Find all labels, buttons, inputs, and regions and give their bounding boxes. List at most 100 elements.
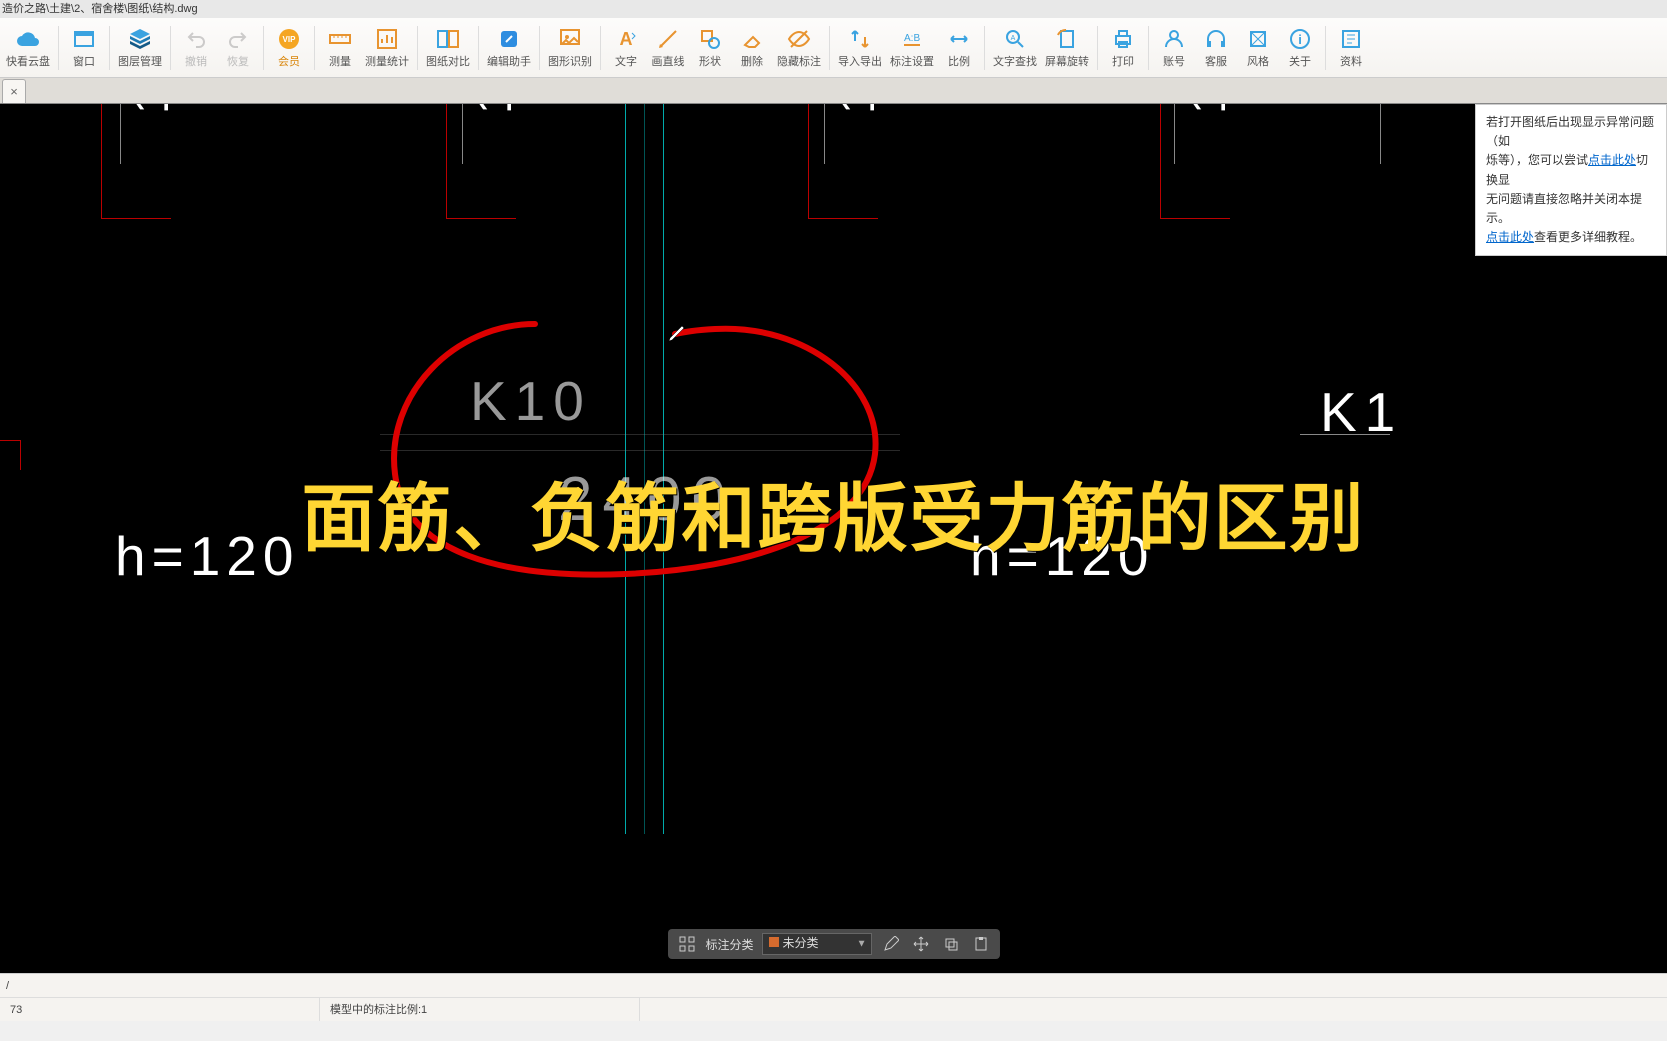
svg-text:i: i <box>1298 32 1302 47</box>
svg-text:A:B: A:B <box>904 33 920 44</box>
window-icon <box>72 27 96 51</box>
white-line <box>1380 104 1381 164</box>
svg-text:VIP: VIP <box>283 35 297 44</box>
white-line <box>120 104 121 164</box>
status-coords: 73 <box>0 998 320 1021</box>
delete-button[interactable]: 删除 <box>731 22 773 74</box>
window-button[interactable]: 窗口 <box>63 22 105 74</box>
import-export-icon <box>848 27 872 51</box>
undo-icon <box>184 27 208 51</box>
edit-annot-icon[interactable] <box>880 933 902 955</box>
cloud-icon <box>16 27 40 51</box>
hide-icon <box>787 27 811 51</box>
compare-button[interactable]: 图纸对比 <box>422 22 474 74</box>
line-button[interactable]: 画直线 <box>647 22 689 74</box>
red-line <box>101 218 171 219</box>
measure-stats-button[interactable]: 测量统计 <box>361 22 413 74</box>
red-line <box>446 104 447 219</box>
scale-button[interactable]: 比例 <box>938 22 980 74</box>
import-export-button[interactable]: 导入导出 <box>834 22 886 74</box>
style-button[interactable]: 风格 <box>1237 22 1279 74</box>
style-icon <box>1246 27 1270 51</box>
edit-icon <box>497 27 521 51</box>
eraser-icon <box>740 27 764 51</box>
cad-label-100: 100 <box>468 104 523 114</box>
line-icon <box>656 27 680 51</box>
grid-icon[interactable] <box>675 933 697 955</box>
red-line <box>101 104 102 219</box>
text-icon: A <box>614 27 638 51</box>
copy-icon[interactable] <box>940 933 962 955</box>
main-toolbar: 快看云盘 窗口 图层管理 撤销 恢复 VIP 会员 测量 测量统计 图纸对比 编… <box>0 18 1667 78</box>
shape-recog-button[interactable]: 图形识别 <box>544 22 596 74</box>
recognize-icon <box>558 27 582 51</box>
resource-button[interactable]: 资料 <box>1330 22 1372 74</box>
layers-icon <box>128 27 152 51</box>
shapes-icon <box>698 27 722 51</box>
annot-category-select[interactable]: 未分类 ▼ <box>762 933 872 955</box>
about-button[interactable]: i 关于 <box>1279 22 1321 74</box>
red-line <box>1160 104 1161 219</box>
red-line <box>1160 218 1230 219</box>
chevron-down-icon: ▼ <box>857 939 867 950</box>
red-line <box>446 218 516 219</box>
notice-link-switch[interactable]: 点击此处 <box>1588 153 1636 167</box>
cad-label-100: 100 <box>125 104 180 114</box>
pencil-cursor-icon <box>667 323 687 343</box>
info-icon: i <box>1288 27 1312 51</box>
white-line <box>824 104 825 164</box>
annot-setting-icon: A:B <box>900 27 924 51</box>
shape-button[interactable]: 形状 <box>689 22 731 74</box>
white-line <box>1300 434 1390 435</box>
print-icon <box>1111 27 1135 51</box>
white-line <box>1174 104 1175 164</box>
status-scale: 模型中的标注比例:1 <box>320 998 640 1021</box>
layer-button[interactable]: 图层管理 <box>114 22 166 74</box>
annot-category-label: 标注分类 <box>705 936 753 953</box>
color-swatch <box>769 937 779 947</box>
cloud-button[interactable]: 快看云盘 <box>2 22 54 74</box>
account-icon <box>1162 27 1186 51</box>
text-search-button[interactable]: A 文字查找 <box>989 22 1041 74</box>
red-line <box>808 218 878 219</box>
rotate-screen-button[interactable]: 屏幕旋转 <box>1041 22 1093 74</box>
paste-icon[interactable] <box>970 933 992 955</box>
tab-close[interactable]: × <box>2 79 26 103</box>
text-button[interactable]: A 文字 <box>605 22 647 74</box>
measure-button[interactable]: 测量 <box>319 22 361 74</box>
status-bar: 73 模型中的标注比例:1 <box>0 997 1667 1021</box>
command-line[interactable]: / <box>0 973 1667 997</box>
move-icon[interactable] <box>910 933 932 955</box>
cad-label-100: 100 <box>1182 104 1237 114</box>
title-bar: 造价之路\土建\2、宿舍楼\图纸\结构.dwg <box>0 0 1667 18</box>
red-line <box>808 104 809 219</box>
print-button[interactable]: 打印 <box>1102 22 1144 74</box>
file-path: 造价之路\土建\2、宿舍楼\图纸\结构.dwg <box>2 3 198 15</box>
headset-icon <box>1204 27 1228 51</box>
compare-icon <box>436 27 460 51</box>
svg-text:A: A <box>620 29 633 49</box>
search-text-icon: A <box>1003 27 1027 51</box>
drawing-canvas[interactable]: 100 100 100 100 M M M M K10 2400 h=120 h… <box>0 104 1667 973</box>
resource-icon <box>1339 27 1363 51</box>
vip-icon: VIP <box>277 27 301 51</box>
white-line <box>462 104 463 164</box>
tab-bar: × <box>0 78 1667 104</box>
notice-panel: 若打开图纸后出现显示异常问题（如 烁等），您可以尝试点击此处切换显 无问题请直接… <box>1475 104 1667 256</box>
stats-icon <box>375 27 399 51</box>
edit-assist-button[interactable]: 编辑助手 <box>483 22 535 74</box>
annot-setting-button[interactable]: A:B 标注设置 <box>886 22 938 74</box>
redo-icon <box>226 27 250 51</box>
scale-icon <box>947 27 971 51</box>
cad-label-100: 100 <box>831 104 886 114</box>
overlay-title: 面筋、负筋和跨版受力筋的区别 <box>0 459 1667 566</box>
account-button[interactable]: 账号 <box>1153 22 1195 74</box>
svg-text:A: A <box>1011 35 1016 42</box>
undo-button[interactable]: 撤销 <box>175 22 217 74</box>
service-button[interactable]: 客服 <box>1195 22 1237 74</box>
ruler-icon <box>328 27 352 51</box>
redo-button[interactable]: 恢复 <box>217 22 259 74</box>
notice-link-tutorial[interactable]: 点击此处 <box>1486 230 1534 244</box>
hide-annot-button[interactable]: 隐藏标注 <box>773 22 825 74</box>
vip-button[interactable]: VIP 会员 <box>268 22 310 74</box>
